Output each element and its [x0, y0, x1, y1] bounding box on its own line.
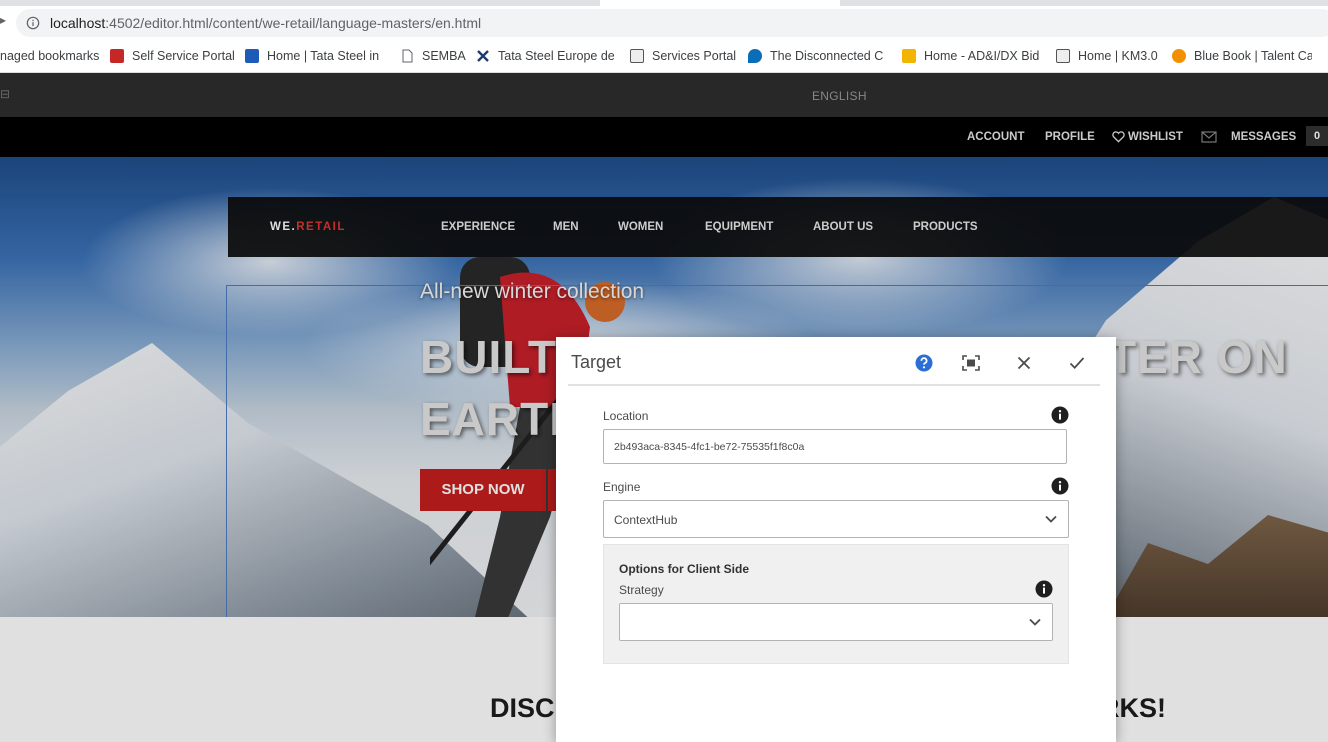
bookmark-km3[interactable]: Home | KM3.0	[1056, 47, 1158, 65]
options-heading: Options for Client Side	[619, 562, 750, 576]
bookmark-disconnected[interactable]: The Disconnected Cu	[748, 47, 884, 65]
toolbar-overflow-glyph: ▸	[0, 13, 7, 27]
help-button[interactable]	[912, 351, 936, 375]
bookmark-label: Blue Book | Talent Ca	[1194, 49, 1312, 63]
bookmark-tata-steel-europe[interactable]: Tata Steel Europe der	[476, 47, 614, 65]
engine-label: Engine	[603, 480, 641, 494]
bookmark-services-portal[interactable]: Services Portal	[630, 47, 736, 65]
nav-products[interactable]: PRODUCTS	[913, 221, 978, 233]
language-bar-mark: ⊟	[0, 87, 11, 101]
bookmark-tata-steel-home[interactable]: Home | Tata Steel in E	[245, 47, 383, 65]
client-side-options-panel: Options for Client Side Strategy	[603, 544, 1069, 664]
browser-toolbar: ▸ localhost:4502/editor.html/content/we-…	[0, 6, 1328, 40]
done-button[interactable]	[1065, 351, 1089, 375]
bookmark-label: Services Portal	[652, 49, 737, 63]
target-dialog: Target Location Engine C	[556, 337, 1116, 742]
shop-now-button[interactable]: SHOP NOW	[420, 469, 546, 511]
engine-info-icon[interactable]	[1051, 477, 1069, 495]
hero-title-line1-right: TER ON	[1108, 331, 1288, 383]
fullscreen-button[interactable]	[959, 351, 983, 375]
bookmark-label: naged bookmarks	[0, 49, 100, 63]
hero-subtitle: All-new winter collection	[420, 280, 645, 303]
location-label: Location	[603, 409, 649, 423]
account-link[interactable]: ACCOUNT	[967, 131, 1025, 143]
heart-icon	[1112, 131, 1125, 143]
nav-experience[interactable]: EXPERIENCE	[441, 221, 515, 233]
bookmark-label: SEMBA	[422, 49, 466, 63]
bookmark-self-service-portal[interactable]: Self Service Portal	[110, 47, 235, 65]
url-text[interactable]: localhost:4502/editor.html/content/we-re…	[50, 15, 481, 31]
logo-we: WE.	[270, 221, 297, 233]
chevron-down-icon	[1045, 515, 1057, 523]
wishlist-link[interactable]: WISHLIST	[1128, 131, 1183, 143]
bookmark-semba[interactable]: SEMBA	[400, 47, 466, 65]
close-button[interactable]	[1012, 351, 1036, 375]
url-host: localhost	[50, 15, 106, 31]
address-bar[interactable]: localhost:4502/editor.html/content/we-re…	[16, 9, 1328, 37]
location-info-icon[interactable]	[1051, 406, 1069, 424]
strategy-info-icon[interactable]	[1035, 580, 1053, 598]
portal-favicon-icon	[630, 49, 644, 63]
nav-women[interactable]: WOMEN	[618, 221, 663, 233]
nav-about-us[interactable]: ABOUT US	[813, 221, 873, 233]
dialog-header-divider	[568, 384, 1100, 386]
bookmark-adi-dx-bid[interactable]: Home - AD&I/DX Bid	[902, 47, 1040, 65]
account-bar: ACCOUNT PROFILE WISHLIST MESSAGES 0	[0, 117, 1328, 157]
strategy-label: Strategy	[619, 583, 664, 597]
nav-men[interactable]: MEN	[553, 221, 579, 233]
fullscreen-icon	[962, 355, 980, 371]
envelope-icon	[1201, 131, 1217, 143]
site-navigation: WE.RETAIL EXPERIENCE MEN WOMEN EQUIPMENT…	[228, 197, 1328, 257]
we-retail-logo[interactable]: WE.RETAIL	[270, 221, 346, 233]
page-icon	[402, 49, 413, 63]
help-icon	[915, 354, 933, 372]
location-input[interactable]	[603, 429, 1067, 464]
hero-title-line1-left: BUILT	[420, 331, 558, 383]
profile-link[interactable]: PROFILE	[1045, 131, 1095, 143]
bookmarks-bar: naged bookmarks Self Service Portal Home…	[0, 40, 1328, 73]
bookmark-label: Self Service Portal	[132, 49, 235, 63]
nav-equipment[interactable]: EQUIPMENT	[705, 221, 773, 233]
bookmark-blue-book[interactable]: Blue Book | Talent Ca	[1172, 47, 1312, 65]
tata-favicon-icon	[245, 49, 259, 63]
engine-select[interactable]: ContextHub	[603, 500, 1069, 538]
x-favicon-icon	[477, 50, 489, 62]
bookmark-managed[interactable]: naged bookmarks	[0, 47, 99, 65]
logo-retail: RETAIL	[296, 221, 346, 233]
orange-favicon-icon	[1172, 49, 1186, 63]
chevron-down-icon	[1029, 618, 1041, 626]
bookmark-label: Home - AD&I/DX Bid	[924, 49, 1040, 63]
dialog-title: Target	[571, 352, 622, 372]
bookmark-label: Tata Steel Europe der	[498, 49, 614, 63]
strategy-select[interactable]	[619, 603, 1053, 641]
checkmark-icon	[1069, 357, 1085, 370]
bookmark-label: Home | KM3.0	[1078, 49, 1158, 63]
cloud-favicon-icon	[748, 49, 762, 63]
language-bar: ⊟ ENGLISH	[0, 73, 1328, 117]
discover-heading-left: DISC	[490, 693, 555, 723]
engine-select-value: ContextHub	[614, 513, 678, 527]
messages-link[interactable]: MESSAGES	[1231, 131, 1296, 143]
folder-favicon-icon	[902, 49, 916, 63]
url-path: :4502/editor.html/content/we-retail/lang…	[105, 15, 482, 31]
bookmark-label: Home | Tata Steel in E	[267, 49, 383, 63]
close-icon	[1017, 356, 1031, 370]
portal-favicon-icon	[1056, 49, 1070, 63]
messages-count-badge: 0	[1306, 126, 1328, 146]
site-info-icon[interactable]	[26, 16, 40, 30]
good-favicon-icon	[110, 49, 124, 63]
bookmark-label: The Disconnected Cu	[770, 49, 884, 63]
language-selector[interactable]: ENGLISH	[812, 89, 867, 103]
